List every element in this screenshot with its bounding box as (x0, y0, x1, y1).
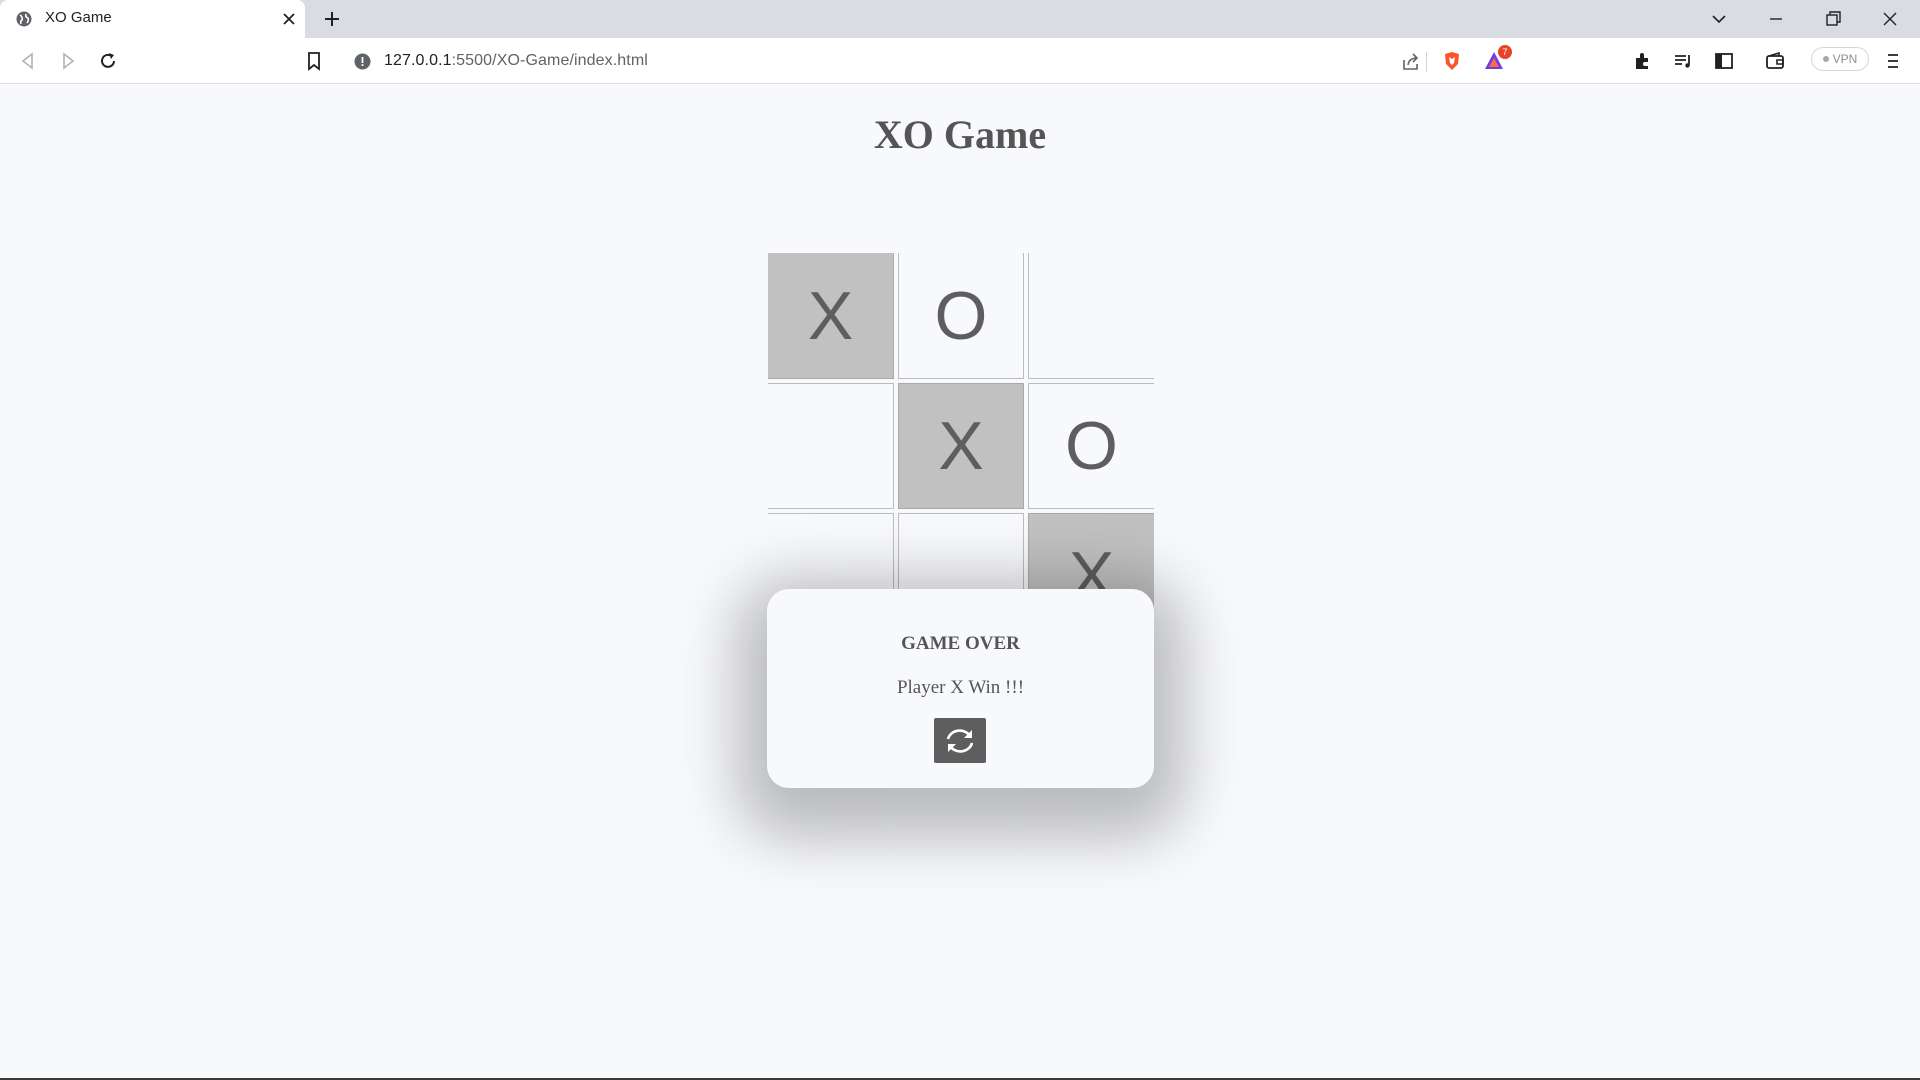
menu-icon[interactable] (1882, 50, 1904, 72)
board-cell[interactable]: X (768, 253, 894, 379)
sidebar-icon[interactable] (1713, 50, 1735, 72)
extensions-icon[interactable] (1632, 50, 1654, 72)
page-content: XO Game X O X O X GAME OVER Player X Win… (0, 85, 1920, 1080)
url-text[interactable]: 127.0.0.1:5500/XO-Game/index.html (384, 52, 648, 70)
bookmark-icon[interactable] (303, 50, 325, 72)
url-host: 127.0.0.1 (384, 52, 452, 69)
url-path: :5500/XO-Game/index.html (451, 52, 648, 69)
share-icon[interactable] (1400, 51, 1422, 73)
restore-icon[interactable] (1823, 9, 1843, 29)
address-bar[interactable]: 127.0.0.1:5500/XO-Game/index.html 7 (340, 45, 1515, 77)
browser-toolbar: 127.0.0.1:5500/XO-Game/index.html 7 VPN (0, 38, 1920, 84)
game-over-modal: GAME OVER Player X Win !!! (767, 589, 1154, 788)
modal-title: GAME OVER (901, 633, 1020, 654)
forward-icon[interactable] (57, 50, 79, 72)
back-icon[interactable] (17, 50, 39, 72)
board-cell[interactable]: O (1028, 383, 1154, 509)
browser-tab-strip: XO Game (0, 0, 1920, 38)
rewards-badge: 7 (1498, 45, 1512, 59)
playlist-icon[interactable] (1672, 50, 1694, 72)
brave-shields-icon[interactable] (1441, 50, 1463, 72)
vpn-button[interactable]: VPN (1811, 47, 1869, 71)
new-tab-icon[interactable] (322, 9, 342, 29)
minimize-icon[interactable] (1766, 9, 1786, 29)
page-title: XO Game (873, 112, 1047, 157)
site-info-icon[interactable] (354, 53, 371, 70)
board-cell[interactable] (768, 383, 894, 509)
board-cell[interactable]: O (898, 253, 1024, 379)
restart-button[interactable] (934, 718, 986, 763)
board-cell[interactable]: X (898, 383, 1024, 509)
browser-tab[interactable]: XO Game (0, 0, 305, 38)
vpn-label: VPN (1832, 52, 1858, 66)
vpn-status-dot (1822, 56, 1829, 62)
omnibox-divider (1426, 52, 1427, 72)
game-board: X O X O X (768, 253, 1154, 639)
close-window-icon[interactable] (1880, 9, 1900, 29)
winner-message: Player X Win !!! (896, 677, 1025, 698)
tab-title: XO Game (45, 9, 112, 26)
board-cell[interactable] (1028, 253, 1154, 379)
globe-icon (16, 11, 32, 27)
close-tab-icon[interactable] (280, 10, 298, 28)
tab-search-chevron-icon[interactable] (1709, 9, 1729, 29)
reload-icon[interactable] (97, 50, 119, 72)
restart-icon (946, 728, 974, 753)
wallet-icon[interactable] (1764, 50, 1786, 72)
